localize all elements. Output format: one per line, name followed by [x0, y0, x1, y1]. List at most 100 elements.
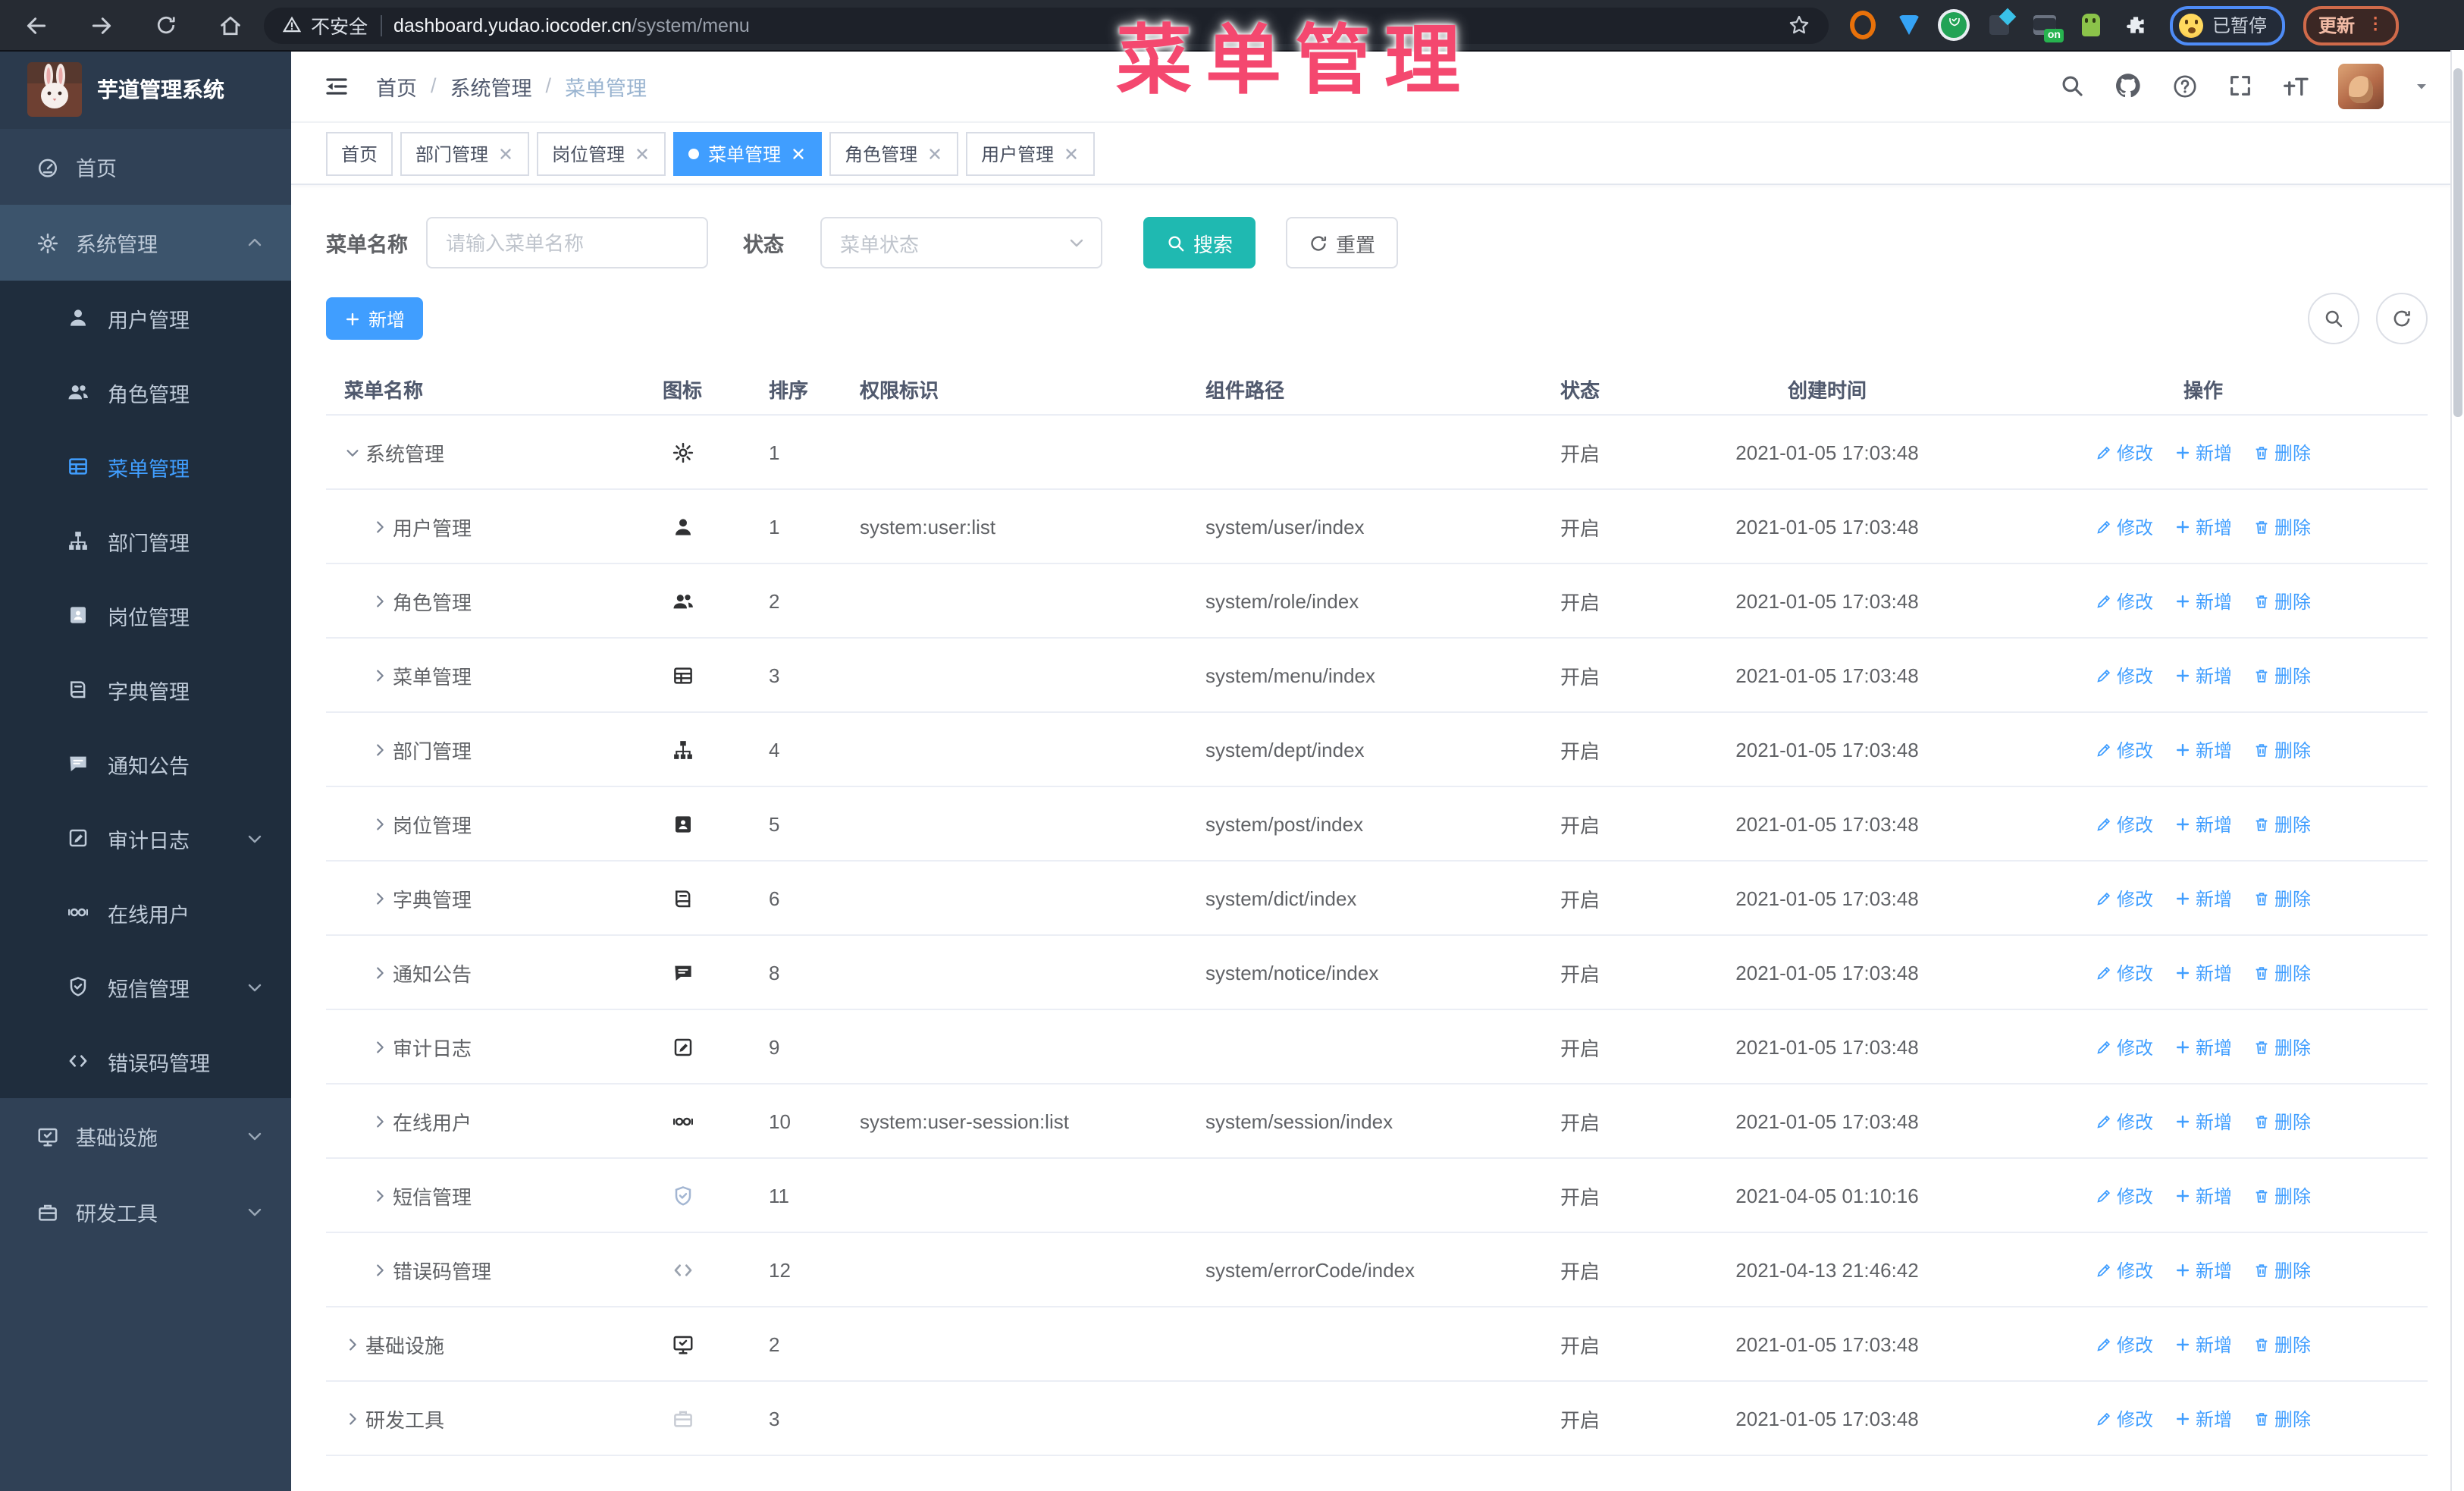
page-tab[interactable]: 岗位管理: [537, 131, 666, 175]
extensions-puzzle-icon[interactable]: [2123, 12, 2149, 38]
edit-link[interactable]: 修改: [2096, 1331, 2153, 1357]
expand-arrow-icon[interactable]: [371, 1113, 388, 1129]
fullscreen-icon[interactable]: [2227, 73, 2253, 99]
delete-link[interactable]: 删除: [2253, 439, 2311, 465]
breadcrumb-system[interactable]: 系统管理: [450, 71, 532, 101]
sidebar-item-infra[interactable]: 基础设施: [0, 1098, 291, 1174]
tab-close-icon[interactable]: [1063, 145, 1080, 162]
expand-arrow-icon[interactable]: [371, 815, 388, 832]
header-search-icon[interactable]: [2059, 73, 2085, 99]
edit-link[interactable]: 修改: [2096, 736, 2153, 762]
page-tab[interactable]: 菜单管理: [673, 131, 823, 175]
sidebar-item-tool[interactable]: 研发工具: [0, 1174, 291, 1250]
page-tab[interactable]: 部门管理: [400, 131, 530, 175]
edit-link[interactable]: 修改: [2096, 1257, 2153, 1282]
page-tab[interactable]: 角色管理: [829, 131, 959, 175]
tab-close-icon[interactable]: [497, 145, 514, 162]
delete-link[interactable]: 删除: [2253, 513, 2311, 539]
show-search-circle-button[interactable]: [2308, 293, 2359, 344]
expand-arrow-icon[interactable]: [371, 1038, 388, 1055]
user-avatar[interactable]: [2338, 63, 2384, 108]
security-warning[interactable]: 不安全: [282, 11, 368, 39]
browser-home-icon[interactable]: [218, 13, 243, 37]
extension-on-icon[interactable]: on: [2032, 12, 2064, 42]
extension-bot-icon[interactable]: [2077, 12, 2103, 38]
delete-link[interactable]: 删除: [2253, 1331, 2311, 1357]
sidebar-item-tree[interactable]: 部门管理: [0, 504, 291, 578]
sidebar-item-gear[interactable]: 系统管理: [0, 205, 291, 281]
delete-link[interactable]: 删除: [2253, 662, 2311, 688]
add-link[interactable]: 新增: [2174, 588, 2232, 614]
expand-arrow-icon[interactable]: [344, 1336, 361, 1352]
sidebar-item-online[interactable]: 在线用户: [0, 875, 291, 950]
sidebar-item-dict[interactable]: 字典管理: [0, 652, 291, 727]
sidebar-item-home[interactable]: 首页: [0, 129, 291, 205]
page-tab[interactable]: 首页: [326, 131, 393, 175]
browser-reload-icon[interactable]: [155, 14, 177, 36]
delete-link[interactable]: 删除: [2253, 811, 2311, 837]
extension-check-icon[interactable]: [1941, 12, 1967, 38]
sidebar-item-notice[interactable]: 通知公告: [0, 727, 291, 801]
expand-arrow-icon[interactable]: [371, 518, 388, 535]
expand-arrow-icon[interactable]: [371, 592, 388, 609]
add-link[interactable]: 新增: [2174, 736, 2232, 762]
delete-link[interactable]: 删除: [2253, 959, 2311, 985]
page-tab[interactable]: 用户管理: [966, 131, 1096, 175]
bookmark-star-icon[interactable]: [1788, 14, 1810, 36]
add-link[interactable]: 新增: [2174, 513, 2232, 539]
expand-arrow-icon[interactable]: [371, 964, 388, 981]
add-link[interactable]: 新增: [2174, 662, 2232, 688]
add-link[interactable]: 新增: [2174, 959, 2232, 985]
expand-arrow-icon[interactable]: [344, 1410, 361, 1427]
sidebar-item-sms[interactable]: 短信管理: [0, 950, 291, 1024]
extension-gem-icon[interactable]: [1895, 12, 1921, 38]
delete-link[interactable]: 删除: [2253, 736, 2311, 762]
edit-link[interactable]: 修改: [2096, 513, 2153, 539]
sidebar-item-menu[interactable]: 菜单管理: [0, 429, 291, 504]
delete-link[interactable]: 删除: [2253, 1182, 2311, 1208]
status-select[interactable]: 菜单状态: [820, 217, 1102, 268]
edit-link[interactable]: 修改: [2096, 885, 2153, 911]
delete-link[interactable]: 删除: [2253, 1108, 2311, 1134]
collapse-sidebar-icon[interactable]: [323, 72, 350, 99]
extension-diamond-icon[interactable]: [1986, 12, 2012, 38]
edit-link[interactable]: 修改: [2096, 588, 2153, 614]
browser-menu-icon[interactable]: ⋮: [2367, 16, 2384, 33]
scrollbar-thumb[interactable]: [2453, 68, 2462, 417]
delete-link[interactable]: 删除: [2253, 885, 2311, 911]
add-link[interactable]: 新增: [2174, 439, 2232, 465]
add-link[interactable]: 新增: [2174, 1034, 2232, 1059]
add-link[interactable]: 新增: [2174, 885, 2232, 911]
edit-link[interactable]: 修改: [2096, 1405, 2153, 1431]
expand-arrow-icon[interactable]: [371, 1261, 388, 1278]
help-icon[interactable]: [2171, 72, 2199, 99]
delete-link[interactable]: 删除: [2253, 1257, 2311, 1282]
add-button[interactable]: 新增: [326, 297, 424, 340]
add-link[interactable]: 新增: [2174, 1331, 2232, 1357]
sidebar-item-post[interactable]: 岗位管理: [0, 578, 291, 652]
expand-arrow-icon[interactable]: [371, 741, 388, 758]
add-link[interactable]: 新增: [2174, 1257, 2232, 1282]
edit-link[interactable]: 修改: [2096, 662, 2153, 688]
browser-update-button[interactable]: 更新 ⋮: [2303, 5, 2400, 45]
edit-link[interactable]: 修改: [2096, 1182, 2153, 1208]
browser-forward-icon[interactable]: [89, 13, 114, 37]
sidebar-item-log[interactable]: 审计日志: [0, 801, 291, 875]
reset-button[interactable]: 重置: [1286, 217, 1399, 268]
sidebar-item-user[interactable]: 用户管理: [0, 281, 291, 355]
expand-arrow-icon[interactable]: [371, 667, 388, 683]
add-link[interactable]: 新增: [2174, 1405, 2232, 1431]
add-link[interactable]: 新增: [2174, 811, 2232, 837]
add-link[interactable]: 新增: [2174, 1108, 2232, 1134]
browser-back-icon[interactable]: [24, 13, 49, 37]
font-size-icon[interactable]: [2282, 72, 2309, 99]
expand-arrow-icon[interactable]: [371, 1187, 388, 1204]
app-logo[interactable]: 芋道管理系统: [0, 50, 291, 129]
refresh-circle-button[interactable]: [2376, 293, 2428, 344]
paused-profile-badge[interactable]: 已暂停: [2170, 5, 2286, 45]
github-icon[interactable]: [2114, 71, 2143, 100]
edit-link[interactable]: 修改: [2096, 439, 2153, 465]
edit-link[interactable]: 修改: [2096, 1034, 2153, 1059]
menu-name-input[interactable]: [426, 217, 708, 268]
tab-close-icon[interactable]: [634, 145, 650, 162]
